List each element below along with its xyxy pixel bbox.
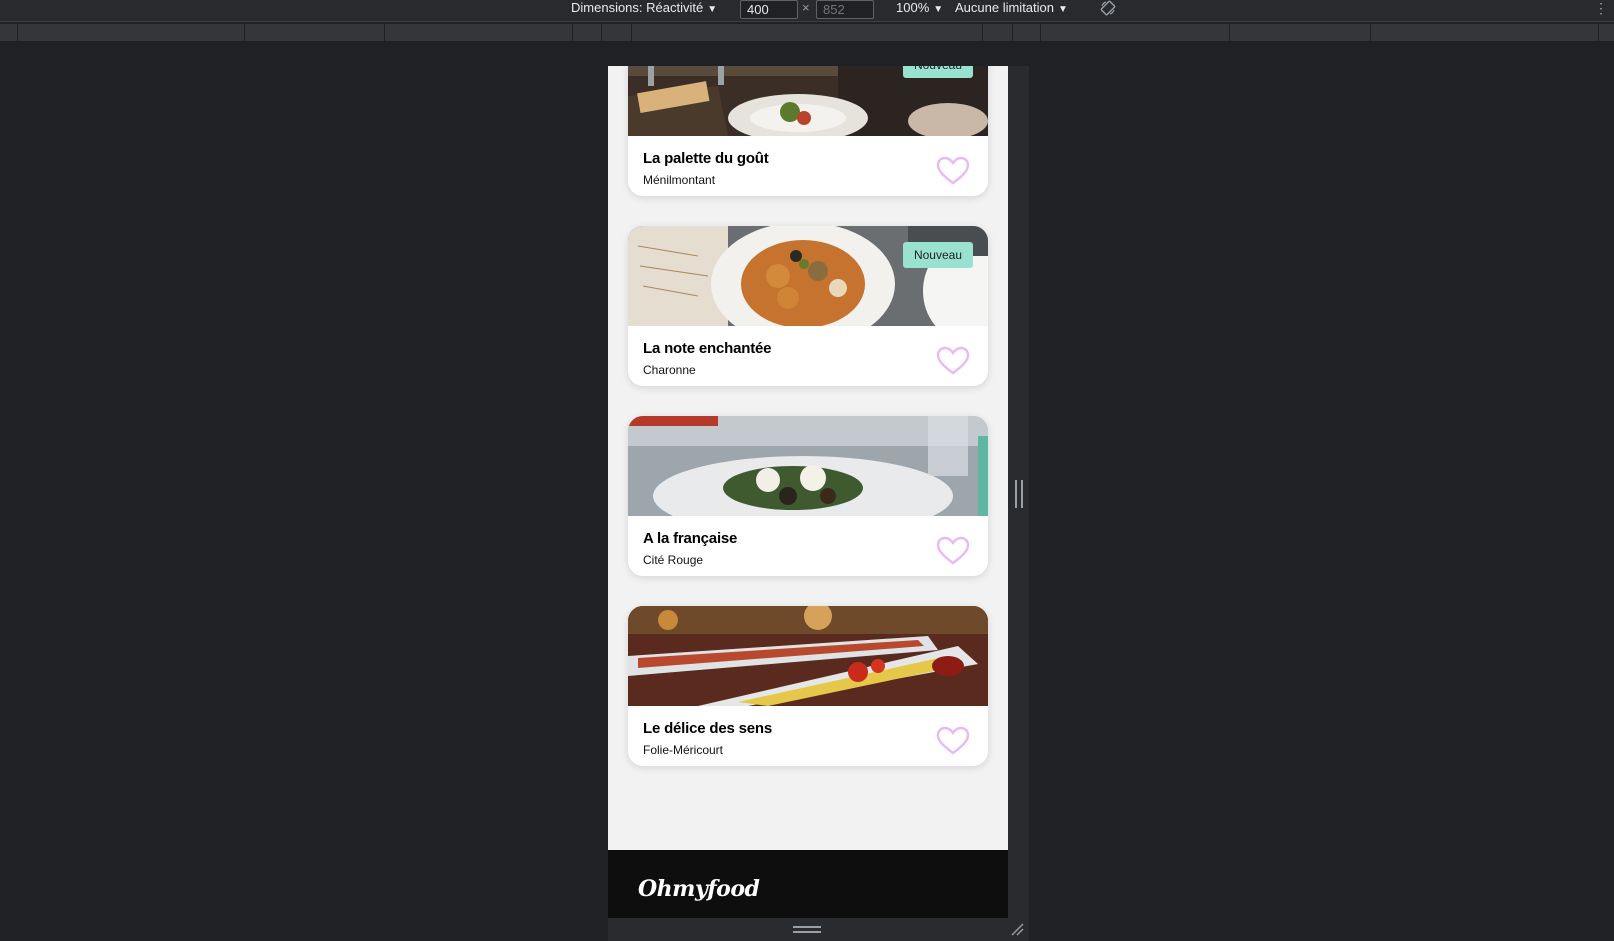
restaurant-photo: [628, 416, 988, 516]
restaurant-name: La note enchantée: [643, 340, 772, 357]
new-badge: Nouveau: [902, 242, 973, 268]
times-sign: ×: [802, 0, 810, 15]
heart-icon[interactable]: [936, 346, 970, 376]
ruler-tick: [384, 24, 385, 42]
dimensions-label: Dimensions: Réactivité: [571, 0, 704, 15]
restaurant-card[interactable]: Nouveau La note enchantée Charonne: [628, 226, 988, 386]
chevron-down-icon: ▼: [707, 4, 718, 15]
restaurant-area: Cité Rouge: [643, 553, 704, 567]
chevron-down-icon: ▼: [933, 4, 944, 15]
restaurant-area: Charonne: [643, 363, 696, 377]
heart-icon[interactable]: [936, 156, 970, 186]
resize-handle-bottom[interactable]: [793, 926, 821, 933]
zoom-dropdown[interactable]: 100% ▼: [896, 0, 943, 22]
heart-icon[interactable]: [936, 726, 970, 756]
throttle-dropdown[interactable]: Aucune limitation ▼: [955, 0, 1068, 22]
ruler-tick: [244, 24, 245, 42]
ruler-tick: [17, 24, 18, 42]
devtools-toolbar: Dimensions: Réactivité▼ × 100%▼ Aucune l…: [0, 0, 1614, 22]
ruler-tick: [601, 24, 602, 42]
ruler-tick: [1040, 24, 1041, 42]
restaurant-area: Ménilmontant: [643, 173, 716, 187]
ruler-tick: [572, 24, 573, 42]
restaurant-card[interactable]: Le délice des sens Folie-Méricourt: [628, 606, 988, 766]
heart-icon[interactable]: [936, 536, 970, 566]
media-query-ruler: [0, 24, 1614, 42]
device-viewport: Nouveau La palette du goût Ménilmontant: [608, 66, 1008, 918]
restaurant-photo: [628, 226, 988, 326]
page-footer: Ohmyfood: [608, 850, 1008, 918]
new-badge: Nouveau: [902, 66, 973, 78]
restaurant-card[interactable]: A la française Cité Rouge: [628, 416, 988, 576]
dimensions-dropdown[interactable]: Dimensions: Réactivité ▼: [571, 0, 717, 22]
ruler-tick: [982, 24, 983, 42]
zoom-label: 100%: [896, 0, 930, 15]
resize-handle-side[interactable]: [1015, 480, 1023, 508]
height-input[interactable]: [816, 0, 874, 19]
ruler-tick: [1370, 24, 1371, 42]
restaurant-name: A la française: [643, 530, 738, 547]
restaurant-name: La palette du goût: [643, 150, 769, 167]
ruler-tick: [1229, 24, 1230, 42]
restaurant-area: Folie-Méricourt: [643, 743, 724, 757]
ruler-tick: [1012, 24, 1013, 42]
more-options-icon[interactable]: ⋮: [1594, 0, 1608, 22]
restaurant-card[interactable]: Nouveau La palette du goût Ménilmontant: [628, 66, 988, 196]
rotate-icon[interactable]: [1100, 0, 1116, 16]
ruler-tick: [1598, 24, 1599, 42]
ruler-tick: [631, 24, 632, 42]
throttle-label: Aucune limitation: [955, 0, 1054, 15]
restaurant-name: Le délice des sens: [643, 720, 772, 737]
restaurant-photo: [628, 606, 988, 706]
chevron-down-icon: ▼: [1058, 4, 1068, 15]
site-logo[interactable]: Ohmyfood: [638, 876, 760, 902]
width-input[interactable]: [740, 0, 798, 19]
resize-corner-icon[interactable]: [1010, 922, 1024, 936]
